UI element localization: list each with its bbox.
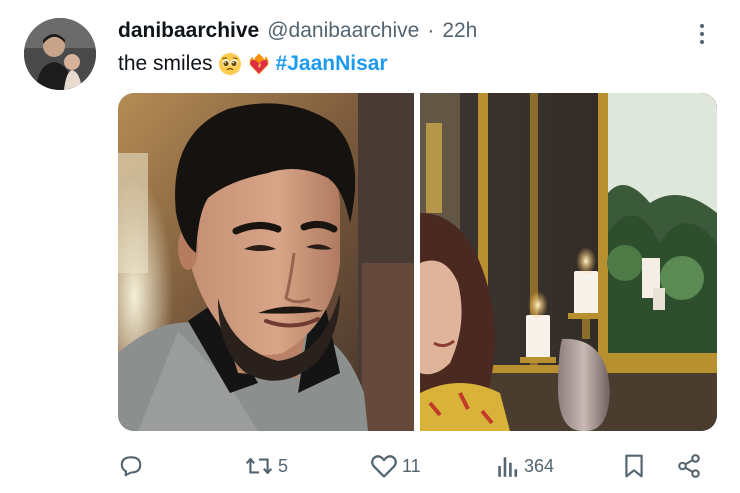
avatar[interactable] [24,18,96,90]
like-button[interactable]: 11 [370,448,421,484]
more-options-icon[interactable] [690,20,714,48]
retweet-button[interactable]: 5 [244,448,288,484]
tweet-body: the smiles [118,52,213,75]
reply-button[interactable] [118,448,148,484]
photo-woman-candles-image [420,93,717,431]
like-count: 11 [402,455,421,476]
view-count: 364 [524,455,555,476]
user-handle[interactable]: @danibaarchive [267,19,419,43]
pleading-face-icon [218,53,241,75]
heart-icon [371,455,397,478]
retweet-count: 5 [278,455,289,476]
share-icon [678,454,700,478]
media-grid [118,93,717,431]
retweet-icon [245,457,273,475]
timestamp[interactable]: 22h [442,19,477,43]
photo-man-smiling-image [118,93,414,431]
avatar-image [24,18,96,90]
heart-on-fire-icon [249,53,268,75]
bookmark-icon [625,454,643,478]
photo-woman-candles[interactable] [420,93,717,431]
photo-man-smiling[interactable] [118,93,414,431]
tweet-actions: 5 11 364 [118,448,718,484]
tweet-text: the smiles #JaanNisar [118,52,388,76]
hashtag-link[interactable]: #JaanNisar [276,52,388,76]
views-button[interactable]: 364 [496,448,554,484]
analytics-icon [498,457,518,477]
separator-dot: · [427,19,435,42]
display-name[interactable]: danibaarchive [118,19,259,43]
share-button[interactable] [676,448,702,484]
reply-icon [120,456,142,477]
bookmark-button[interactable] [622,448,646,484]
tweet-header: danibaarchive @danibaarchive · 22h [118,16,680,46]
